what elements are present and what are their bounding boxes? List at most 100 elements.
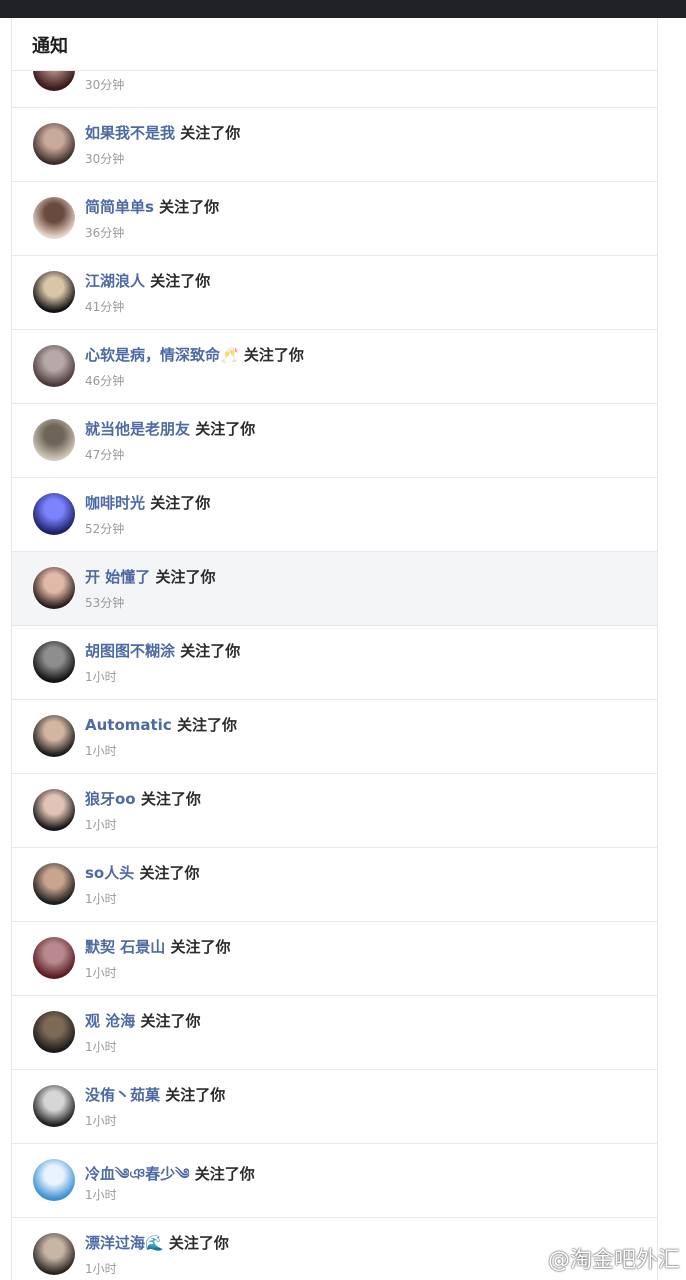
- action-text: 关注了你: [170, 938, 231, 956]
- username-link[interactable]: 简简单单s: [85, 198, 154, 216]
- action-text: 关注了你: [150, 272, 211, 290]
- username-link[interactable]: 观 沧海: [85, 1012, 135, 1030]
- action-text: 关注了你: [180, 124, 241, 142]
- action-text: 关注了你: [140, 790, 201, 808]
- list-item[interactable]: 观 沧海 关注了你 1小时: [12, 996, 657, 1070]
- time-label: 1小时: [85, 966, 117, 980]
- notification-text: 没侑丶茹菓 关注了你: [85, 1084, 225, 1105]
- username-link[interactable]: 漂洋过海🌊: [85, 1234, 164, 1252]
- time-label: 1小时: [85, 1262, 117, 1276]
- action-text: 关注了你: [168, 1234, 229, 1252]
- time-label: 1小时: [85, 1188, 117, 1202]
- avatar[interactable]: [33, 1085, 75, 1127]
- avatar[interactable]: [33, 419, 75, 461]
- watermark: @淘金吧外汇: [547, 1248, 680, 1273]
- list-item[interactable]: 咖啡时光 关注了你 52分钟: [12, 478, 657, 552]
- time-label: 36分钟: [85, 226, 125, 240]
- action-text: 关注了你: [139, 864, 200, 882]
- time-label: 47分钟: [85, 448, 125, 462]
- notifications-panel: 通知 30分钟 如果我不是我 关注了你 30分钟 简简单单s 关注了你 36分钟…: [11, 18, 658, 1280]
- time-label: 30分钟: [85, 78, 125, 92]
- avatar[interactable]: [33, 863, 75, 905]
- time-label: 30分钟: [85, 152, 125, 166]
- list-item[interactable]: 冷血༄ঞ春少༄ 关注了你 1小时: [12, 1144, 657, 1218]
- time-label: 1小时: [85, 892, 117, 906]
- notification-text: 就当他是老朋友 关注了你: [85, 418, 255, 439]
- action-text: 关注了你: [165, 1086, 226, 1104]
- notification-text: 心软是病，情深致命🥂 关注了你: [85, 344, 304, 365]
- username-link[interactable]: 冷血༄ঞ春少༄: [85, 1165, 190, 1183]
- list-item[interactable]: 胡图图不糊涂 关注了你 1小时: [12, 626, 657, 700]
- list-item[interactable]: 简简单单s 关注了你 36分钟: [12, 182, 657, 256]
- username-link[interactable]: 心软是病，情深致命🥂: [85, 346, 239, 364]
- notification-text: Automatic 关注了你: [85, 714, 237, 735]
- notification-text: 简简单单s 关注了你: [85, 196, 219, 217]
- list-item[interactable]: 开 始懂了 关注了你 53分钟: [12, 552, 657, 626]
- avatar[interactable]: [33, 567, 75, 609]
- time-label: 1小时: [85, 744, 117, 758]
- time-label: 1小时: [85, 1040, 117, 1054]
- list-item[interactable]: Automatic 关注了你 1小时: [12, 700, 657, 774]
- username-link[interactable]: 开 始懂了: [85, 568, 150, 586]
- notification-text: 开 始懂了 关注了你: [85, 566, 215, 587]
- time-label: 46分钟: [85, 374, 125, 388]
- avatar[interactable]: [33, 1159, 75, 1201]
- username-link[interactable]: 江湖浪人: [85, 272, 145, 290]
- username-link[interactable]: 胡图图不糊涂: [85, 642, 175, 660]
- notification-text: 默契 石景山 关注了你: [85, 936, 230, 957]
- list-item[interactable]: 就当他是老朋友 关注了你 47分钟: [12, 404, 657, 478]
- notification-text: 咖啡时光 关注了你: [85, 492, 210, 513]
- notification-text: 漂洋过海🌊 关注了你: [85, 1232, 229, 1253]
- avatar[interactable]: [33, 1011, 75, 1053]
- list-item[interactable]: 如果我不是我 关注了你 30分钟: [12, 108, 657, 182]
- username-link[interactable]: 如果我不是我: [85, 124, 175, 142]
- action-text: 关注了你: [150, 494, 211, 512]
- avatar[interactable]: [33, 789, 75, 831]
- page-title: 通知: [32, 36, 68, 57]
- list-item[interactable]: 江湖浪人 关注了你 41分钟: [12, 256, 657, 330]
- avatar[interactable]: [33, 123, 75, 165]
- time-label: 1小时: [85, 1114, 117, 1128]
- username-link[interactable]: 狼牙oo: [85, 790, 136, 808]
- username-link[interactable]: 就当他是老朋友: [85, 420, 190, 438]
- avatar[interactable]: [33, 493, 75, 535]
- username-link[interactable]: so人头: [85, 864, 134, 882]
- action-text: 关注了你: [159, 198, 220, 216]
- time-label: 53分钟: [85, 596, 125, 610]
- list-item[interactable]: 默契 石景山 关注了你 1小时: [12, 922, 657, 996]
- time-label: 52分钟: [85, 522, 125, 536]
- action-text: 关注了你: [195, 420, 256, 438]
- username-link[interactable]: 没侑丶茹菓: [85, 1086, 160, 1104]
- time-label: 41分钟: [85, 300, 125, 314]
- list-item[interactable]: so人头 关注了你 1小时: [12, 848, 657, 922]
- panel-header: 通知: [12, 18, 657, 71]
- action-text: 关注了你: [194, 1165, 255, 1183]
- action-text: 关注了你: [140, 1012, 201, 1030]
- username-link[interactable]: 咖啡时光: [85, 494, 145, 512]
- notification-text: so人头 关注了你: [85, 862, 199, 883]
- time-label: 1小时: [85, 670, 117, 684]
- notification-text: 狼牙oo 关注了你: [85, 788, 201, 809]
- list-item[interactable]: 狼牙oo 关注了你 1小时: [12, 774, 657, 848]
- notification-text: 胡图图不糊涂 关注了你: [85, 640, 240, 661]
- action-text: 关注了你: [155, 568, 216, 586]
- avatar[interactable]: [33, 345, 75, 387]
- username-link[interactable]: 默契 石景山: [85, 938, 165, 956]
- action-text: 关注了你: [176, 716, 237, 734]
- list-item[interactable]: 心软是病，情深致命🥂 关注了你 46分钟: [12, 330, 657, 404]
- avatar[interactable]: [33, 937, 75, 979]
- top-bar: [0, 0, 686, 18]
- avatar[interactable]: [33, 715, 75, 757]
- action-text: 关注了你: [180, 642, 241, 660]
- action-text: 关注了你: [243, 346, 304, 364]
- avatar[interactable]: [33, 1233, 75, 1275]
- avatar[interactable]: [33, 271, 75, 313]
- notification-text: 观 沧海 关注了你: [85, 1010, 200, 1031]
- avatar[interactable]: [33, 197, 75, 239]
- notification-text: 如果我不是我 关注了你: [85, 122, 240, 143]
- notification-text: 江湖浪人 关注了你: [85, 270, 210, 291]
- username-link[interactable]: Automatic: [85, 716, 172, 734]
- avatar[interactable]: [33, 641, 75, 683]
- list-item[interactable]: 没侑丶茹菓 关注了你 1小时: [12, 1070, 657, 1144]
- time-label: 1小时: [85, 818, 117, 832]
